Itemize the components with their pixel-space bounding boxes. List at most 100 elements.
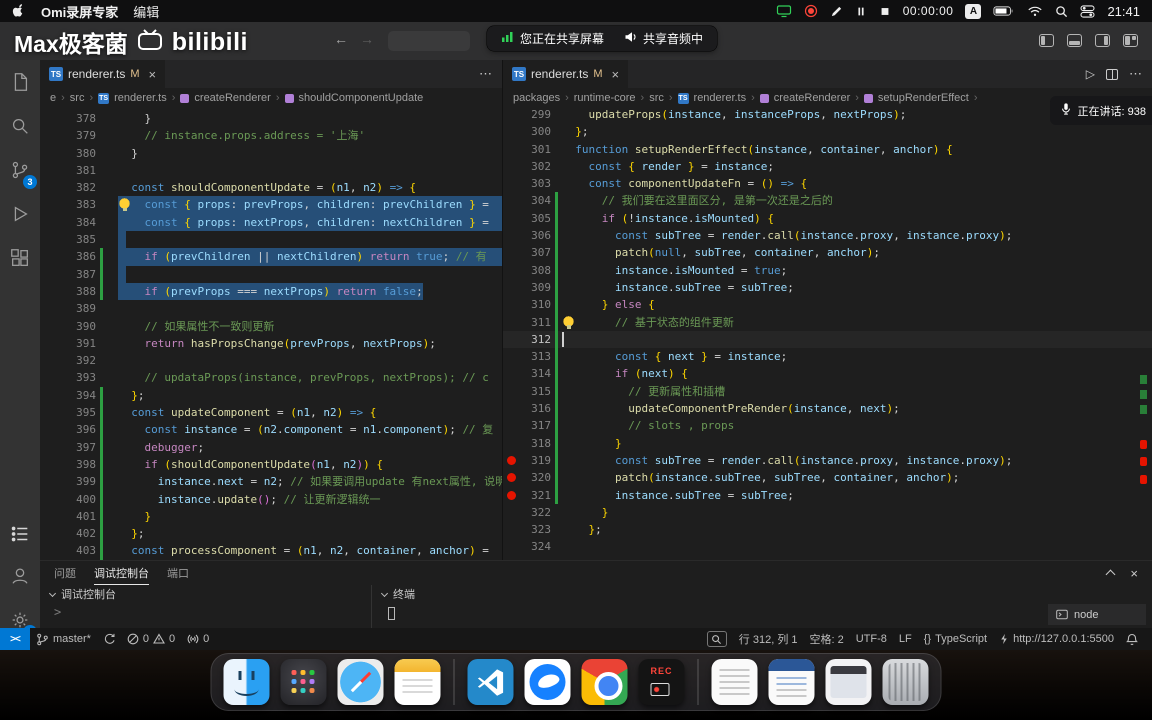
code-line[interactable]: 323 }; xyxy=(503,521,1152,538)
lightbulb-icon[interactable] xyxy=(562,315,575,329)
breakpoint-gutter[interactable] xyxy=(40,369,60,386)
breakpoint-gutter[interactable] xyxy=(40,456,60,473)
breakpoint-gutter[interactable] xyxy=(503,175,519,192)
pause-recording-icon[interactable] xyxy=(855,5,867,18)
code-line[interactable]: 398 if (shouldComponentUpdate(n1, n2)) { xyxy=(40,455,502,474)
breakpoint-gutter[interactable] xyxy=(503,108,519,123)
code-line[interactable]: 403 const processComponent = (n1, n2, co… xyxy=(40,542,502,560)
code-line[interactable]: 300 }; xyxy=(503,123,1152,140)
breakpoint-gutter[interactable] xyxy=(40,525,60,542)
dock-trash-icon[interactable] xyxy=(882,659,929,705)
breakpoint-gutter[interactable] xyxy=(503,365,519,382)
terminal-header[interactable]: 终端 xyxy=(372,585,1152,603)
toggle-sidebar-icon[interactable] xyxy=(1039,34,1054,47)
eol-item[interactable]: LF xyxy=(893,633,918,645)
spotlight-search-icon[interactable] xyxy=(1055,5,1068,18)
breakpoint-gutter[interactable] xyxy=(503,417,519,434)
git-branch-item[interactable]: master* xyxy=(30,628,97,650)
run-debug-icon[interactable] xyxy=(0,192,40,236)
code-line[interactable]: 304 // 我们要在这里面区分, 是第一次还是之后的 xyxy=(503,192,1152,211)
breakpoint-gutter[interactable] xyxy=(503,296,519,313)
code-line[interactable]: 315 // 更新属性和插槽 xyxy=(503,382,1152,401)
breakpoint-gutter[interactable] xyxy=(503,314,519,331)
overview-ruler[interactable] xyxy=(1140,108,1147,560)
extensions-icon[interactable] xyxy=(0,236,40,280)
code-line[interactable]: 397 debugger; xyxy=(40,438,502,457)
breakpoint-gutter[interactable] xyxy=(40,248,60,265)
breakpoint-gutter[interactable] xyxy=(503,227,519,244)
dock-safari-icon[interactable] xyxy=(337,659,384,705)
breadcrumb-item[interactable]: src xyxy=(70,92,85,104)
code-line[interactable]: 379 // instance.props.address = '上海' xyxy=(40,127,502,144)
breakpoint-dot[interactable] xyxy=(503,487,519,504)
code-line[interactable]: 301 function setupRenderEffect(instance,… xyxy=(503,141,1152,158)
code-line[interactable]: 311 // 基于状态的组件更新 xyxy=(503,313,1152,332)
breakpoint-dot[interactable] xyxy=(503,452,519,469)
code-line[interactable]: 310 } else { xyxy=(503,296,1152,314)
panel-close-icon[interactable]: × xyxy=(1130,566,1138,581)
code-line[interactable]: 309 instance.subTree = subTree; xyxy=(503,278,1152,297)
live-server-item[interactable]: http://127.0.0.1:5500 xyxy=(993,633,1120,645)
language-mode-item[interactable]: {} TypeScript xyxy=(918,633,993,645)
indentation-item[interactable]: 空格: 2 xyxy=(804,631,850,647)
code-line[interactable]: 386 if (prevChildren || nextChildren) re… xyxy=(40,248,502,266)
code-line[interactable]: 396 const instance = (n2.component = n1.… xyxy=(40,421,502,439)
code-line[interactable]: 322 } xyxy=(503,504,1152,521)
pencil-tool-icon[interactable] xyxy=(830,5,843,18)
breakpoint-gutter[interactable] xyxy=(40,439,60,456)
breakpoint-gutter[interactable] xyxy=(40,491,60,508)
list-extension-icon[interactable] xyxy=(0,512,40,556)
breakpoint-gutter[interactable] xyxy=(40,266,60,283)
code-line[interactable]: 312 xyxy=(503,330,1152,349)
code-line[interactable]: 380 } xyxy=(40,145,502,162)
split-editor-icon[interactable] xyxy=(1106,68,1118,80)
menubar-clock[interactable]: 21:41 xyxy=(1107,4,1140,19)
breakpoint-gutter[interactable] xyxy=(40,318,60,335)
breakpoint-gutter[interactable] xyxy=(40,335,60,352)
breakpoint-gutter[interactable] xyxy=(40,162,60,179)
input-method-badge[interactable]: A xyxy=(965,3,982,19)
code-line[interactable]: 303 const componentUpdateFn = () => { xyxy=(503,175,1152,192)
code-line[interactable]: 318 } xyxy=(503,434,1152,453)
more-actions-icon[interactable]: ⋯ xyxy=(1129,66,1142,82)
breakpoint-dot[interactable] xyxy=(503,469,519,486)
breakpoint-gutter[interactable] xyxy=(503,123,519,140)
code-line[interactable]: 382 const shouldComponentUpdate = (n1, n… xyxy=(40,179,502,196)
breakpoint-gutter[interactable] xyxy=(503,192,519,209)
battery-icon[interactable] xyxy=(993,5,1015,17)
breakpoint-gutter[interactable] xyxy=(40,387,60,404)
code-line[interactable]: 381 xyxy=(40,162,502,179)
menubar-app-name[interactable]: Omi录屏专家 xyxy=(41,2,118,21)
remote-indicator[interactable]: >< xyxy=(0,628,30,650)
code-line[interactable]: 401 } xyxy=(40,507,502,526)
code-line[interactable]: 321 instance.subTree = subTree; xyxy=(503,486,1152,505)
account-icon[interactable] xyxy=(0,554,40,598)
breakpoint-gutter[interactable] xyxy=(40,231,60,248)
dock-chrome-icon[interactable] xyxy=(581,659,628,705)
code-line[interactable]: 319 const subTree = render.call(instance… xyxy=(503,451,1152,470)
tab-close-icon[interactable]: × xyxy=(612,67,620,82)
breadcrumb-item[interactable]: packages xyxy=(513,92,560,104)
breakpoint-gutter[interactable] xyxy=(503,244,519,261)
sync-changes-item[interactable] xyxy=(97,628,121,650)
breakpoint-gutter[interactable] xyxy=(40,300,60,317)
code-line[interactable]: 324 xyxy=(503,538,1152,555)
breakpoint-gutter[interactable] xyxy=(503,538,519,555)
breakpoint-gutter[interactable] xyxy=(40,421,60,438)
terminal-process-item[interactable]: node xyxy=(1048,604,1146,625)
code-editor-right[interactable]: 299 updateProps(instance, instanceProps,… xyxy=(503,108,1152,560)
wifi-icon[interactable] xyxy=(1027,5,1043,17)
explorer-icon[interactable] xyxy=(0,60,40,104)
toggle-secondary-sidebar-icon[interactable] xyxy=(1095,34,1110,47)
code-line[interactable]: 399 instance.next = n2; // 如果要调用update 有… xyxy=(40,473,502,491)
dock-vscode-icon[interactable] xyxy=(467,659,514,705)
code-line[interactable]: 317 // slots , props xyxy=(503,417,1152,435)
screen-share-status-icon[interactable] xyxy=(776,4,792,18)
tab-renderer-ts-left[interactable]: TS renderer.ts M × xyxy=(40,60,167,88)
terminal-content[interactable]: node xyxy=(372,603,1152,628)
control-center-icon[interactable] xyxy=(1080,4,1095,18)
code-line[interactable]: 314 if (next) { xyxy=(503,365,1152,384)
code-line[interactable]: 307 patch(null, subTree, container, anch… xyxy=(503,244,1152,262)
breakpoint-gutter[interactable] xyxy=(503,262,519,279)
code-line[interactable]: 384 const { props: nextProps, children: … xyxy=(40,213,502,232)
